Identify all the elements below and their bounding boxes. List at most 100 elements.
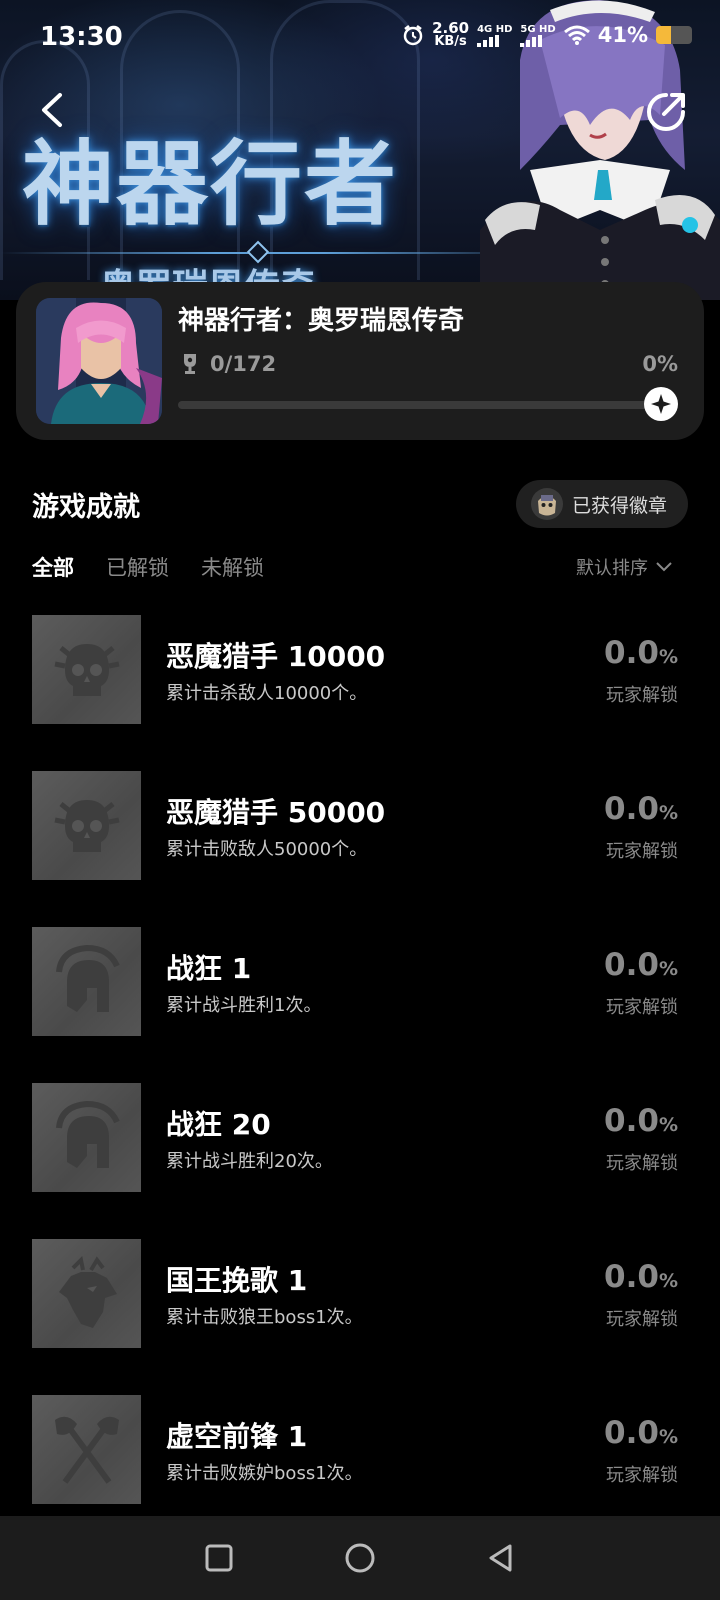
- crossed-axes-icon: [54, 1416, 119, 1484]
- spartan-helmet-icon: [55, 944, 120, 1012]
- unlock-rate-unit: %: [658, 1426, 678, 1448]
- achievement-item[interactable]: 恶魔猎手 10000 累计击杀敌人10000个。 0.0% 玩家解锁: [0, 615, 720, 771]
- achievement-unlock-rate: 0.0%: [604, 1259, 678, 1295]
- achievement-title: 恶魔猎手 10000: [166, 640, 386, 673]
- unlock-rate-value: 0.0: [604, 791, 659, 827]
- status-time: 13:30: [40, 22, 123, 52]
- game-cover-image: [36, 298, 162, 424]
- status-icons: 2.60 KB/s 4G HD 5G HD 41%: [402, 21, 692, 49]
- achievement-unlock-caption: 玩家解锁: [606, 685, 678, 706]
- hero-divider: [0, 252, 540, 254]
- share-icon[interactable]: [644, 90, 688, 134]
- achievement-unlock-caption: 玩家解锁: [606, 841, 678, 862]
- achievement-description: 累计击败嫉妒boss1次。: [166, 1463, 363, 1484]
- game-summary-card[interactable]: 神器行者：奥罗瑞恩传奇 0/172 0%: [16, 282, 704, 440]
- achievement-description: 累计击杀敌人10000个。: [166, 683, 368, 704]
- completion-progress-bar: [178, 401, 666, 409]
- achievement-unlock-rate: 0.0%: [604, 1415, 678, 1451]
- wifi-icon: [563, 25, 590, 45]
- unlock-rate-value: 0.0: [604, 947, 659, 983]
- recent-apps-icon[interactable]: [204, 1543, 234, 1573]
- wolf-king-icon: [58, 1255, 117, 1328]
- tab-locked[interactable]: 未解锁: [201, 552, 264, 582]
- trophy-progress: 0/172: [178, 352, 276, 376]
- game-title: 神器行者：奥罗瑞恩传奇: [178, 306, 465, 336]
- sparkle-icon: [651, 394, 671, 414]
- achievement-badge: [32, 615, 141, 724]
- sort-dropdown[interactable]: 默认排序: [576, 554, 672, 580]
- achievement-unlock-rate: 0.0%: [604, 635, 678, 671]
- achievement-badge: [32, 771, 141, 880]
- unlock-rate-unit: %: [658, 1114, 678, 1136]
- unlock-rate-unit: %: [658, 646, 678, 668]
- achievement-title: 虚空前锋 1: [166, 1420, 308, 1453]
- trophy-icon: [184, 354, 196, 374]
- achievement-badge: [32, 1239, 141, 1348]
- unlock-rate-unit: %: [658, 802, 678, 824]
- unlock-rate-value: 0.0: [604, 1415, 659, 1451]
- achievement-item[interactable]: 战狂 1 累计战斗胜利1次。 0.0% 玩家解锁: [0, 927, 720, 1083]
- chevron-left-icon: [42, 93, 62, 127]
- earned-badges-label: 已获得徽章: [572, 494, 668, 517]
- achievement-unlock-rate: 0.0%: [604, 1103, 678, 1139]
- back-button[interactable]: [30, 88, 74, 132]
- achievement-title: 国王挽歌 1: [166, 1264, 308, 1297]
- chevron-down-icon: [656, 562, 672, 572]
- tab-unlocked[interactable]: 已解锁: [106, 552, 169, 582]
- hero-title-art: 神器行者: [22, 130, 399, 238]
- achievement-description: 累计战斗胜利20次。: [166, 1151, 333, 1172]
- badge-avatar-icon: [531, 488, 563, 520]
- battery-level-fill: [656, 26, 671, 44]
- achievement-unlock-caption: 玩家解锁: [606, 1309, 678, 1330]
- signal-bars-icon: [520, 34, 543, 47]
- alarm-icon: [403, 25, 423, 46]
- achievement-title: 恶魔猎手 50000: [166, 796, 386, 829]
- achievement-list: 恶魔猎手 10000 累计击杀敌人10000个。 0.0% 玩家解锁 恶魔猎手 …: [0, 615, 720, 1551]
- earned-badges-button[interactable]: 已获得徽章: [516, 480, 688, 528]
- achievement-badge: [32, 1395, 141, 1504]
- achievement-item[interactable]: 战狂 20 累计战斗胜利20次。 0.0% 玩家解锁: [0, 1083, 720, 1239]
- achievement-badge: [32, 1083, 141, 1192]
- achievement-unlock-rate: 0.0%: [604, 947, 678, 983]
- achievement-description: 累计击败狼王boss1次。: [166, 1307, 363, 1328]
- trophy-count: 0/172: [210, 352, 277, 376]
- achievement-unlock-rate: 0.0%: [604, 791, 678, 827]
- system-navigation-bar: [0, 1516, 720, 1600]
- home-icon[interactable]: [344, 1542, 376, 1574]
- achievement-unlock-caption: 玩家解锁: [606, 1153, 678, 1174]
- achievement-title: 战狂 20: [166, 1108, 271, 1141]
- status-bar: 13:30 2.60 KB/s 4G HD 5G HD 41%: [0, 0, 720, 80]
- tab-all[interactable]: 全部: [32, 552, 74, 582]
- achievement-unlock-caption: 玩家解锁: [606, 1465, 678, 1486]
- back-triangle-icon[interactable]: [486, 1543, 516, 1573]
- network-type-label: 4G HD: [477, 23, 513, 35]
- achievement-title: 战狂 1: [166, 952, 252, 985]
- signal-bars-icon: [477, 34, 500, 47]
- cellular-signal-1: 4G HD: [477, 24, 512, 47]
- network-speed-unit: KB/s: [434, 34, 467, 49]
- hero-banner: 神器行者 奥罗瑞恩传奇 13:30: [0, 0, 720, 300]
- unlock-rate-unit: %: [658, 1270, 678, 1292]
- spartan-helmet-icon: [55, 1100, 120, 1168]
- network-speed: 2.60 KB/s: [432, 21, 469, 49]
- achievement-badge: [32, 927, 141, 1036]
- completion-percent: 0%: [642, 352, 678, 376]
- cellular-signal-2: 5G HD: [520, 23, 556, 47]
- achievement-description: 累计战斗胜利1次。: [166, 995, 322, 1016]
- unlock-rate-unit: %: [658, 958, 678, 980]
- sort-label: 默认排序: [576, 558, 648, 579]
- battery-percent: 41%: [597, 23, 648, 47]
- skull-icon: [54, 643, 119, 696]
- skull-icon: [54, 799, 119, 852]
- progress-knob: [644, 387, 678, 421]
- unlock-rate-value: 0.0: [604, 635, 659, 671]
- battery-icon: [656, 26, 692, 44]
- achievement-filter-tabs: 全部 已解锁 未解锁: [32, 552, 264, 582]
- achievement-description: 累计击败敌人50000个。: [166, 839, 368, 860]
- section-title: 游戏成就: [32, 492, 140, 523]
- unlock-rate-value: 0.0: [604, 1259, 659, 1295]
- achievement-item[interactable]: 国王挽歌 1 累计击败狼王boss1次。 0.0% 玩家解锁: [0, 1239, 720, 1395]
- network-type-label: 5G HD: [520, 23, 556, 35]
- unlock-rate-value: 0.0: [604, 1103, 659, 1139]
- achievement-item[interactable]: 恶魔猎手 50000 累计击败敌人50000个。 0.0% 玩家解锁: [0, 771, 720, 927]
